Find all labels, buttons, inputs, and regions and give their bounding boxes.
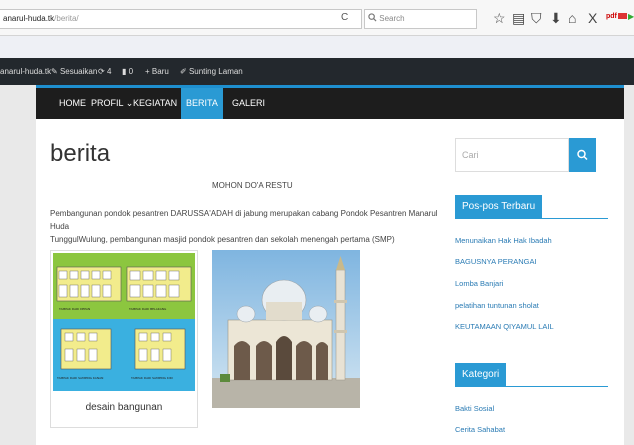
close-x-icon[interactable]: X [588, 9, 597, 27]
browser-search-input[interactable]: Search [364, 9, 477, 29]
new-label: Baru [151, 67, 169, 76]
admin-edit-page[interactable]: ✐ Sunting Laman [180, 58, 243, 85]
category-link[interactable]: Bakti Sosial [455, 404, 494, 413]
home-icon[interactable]: ⌂ [568, 9, 576, 27]
updates-icon: ⟳ [98, 67, 107, 76]
browser-toolbar: anarul-huda.tk/berita/ C Search ☆ ▤ ⛉ ⬇ … [0, 0, 634, 36]
recent-posts-heading: Pos-pos Terbaru [455, 195, 543, 219]
download-icon[interactable]: ⬇ [550, 9, 562, 27]
recent-post-link[interactable]: pelatihan tuntunan sholat [455, 301, 539, 310]
nav-profil-label: PROFIL [91, 98, 124, 108]
browser-search-placeholder: Search [379, 14, 405, 23]
main-navigation: HOME PROFIL ⌄ KEGIATAN ⌄ BERITA GALERI [36, 85, 624, 119]
admin-customize[interactable]: ✎ Sesuaikan [51, 58, 97, 85]
category-link[interactable]: Cerita Sahabat [455, 425, 505, 434]
article-paragraph: Pembangunan pondok pesantren DARUSSA'ADA… [50, 207, 445, 246]
pocket-icon[interactable]: ⛉ [531, 9, 542, 27]
page-title: berita [50, 140, 111, 167]
nav-galeri[interactable]: GALERI [227, 88, 270, 119]
mosque-drawing [212, 250, 360, 408]
brush-icon: ✎ [51, 67, 60, 76]
customize-label: Sesuaikan [59, 67, 98, 76]
image-caption: desain bangunan [85, 402, 163, 413]
category-rule [455, 386, 608, 387]
edit-page-label: Sunting Laman [188, 67, 243, 76]
sidebar-search-input[interactable]: Cari [455, 138, 569, 172]
category-heading: Kategori [455, 363, 507, 387]
comments-count: 0 [128, 67, 134, 76]
building-design-image[interactable]: TAMPAK DARI DEPAN TAMPAK DARI BELAKANG T… [53, 253, 195, 391]
label-back: TAMPAK DARI BELAKANG [128, 307, 167, 311]
recent-posts-rule [455, 218, 608, 219]
search-icon [368, 13, 377, 22]
pdf-icon[interactable]: pdf [606, 13, 617, 20]
mosque-render-image[interactable] [212, 250, 360, 408]
recent-post-link[interactable]: Lomba Banjari [455, 279, 503, 288]
wp-admin-bar: anarul-huda.tk ✎ Sesuaikan ⟳ 4 ▮ 0 + Bar… [0, 58, 634, 85]
nav-berita[interactable]: BERITA [181, 88, 223, 119]
plus-icon: + [145, 67, 152, 76]
label-front: TAMPAK DARI DEPAN [58, 307, 90, 311]
url-host: anarul-huda.tk [3, 14, 55, 23]
admin-updates[interactable]: ⟳ 4 [98, 58, 111, 85]
paragraph-line-2: TunggulWulung, pembangunan masjid pondok… [50, 235, 395, 244]
updates-count: 4 [106, 67, 112, 76]
comment-icon: ▮ [122, 67, 129, 76]
label-left: TAMPAK DARI SAMPING KIRI [130, 376, 173, 380]
search-icon [577, 149, 588, 161]
url-path: /berita/ [54, 14, 79, 23]
bookmarks-strip [0, 36, 634, 58]
recent-post-link[interactable]: BAGUSNYA PERANGAI [455, 257, 537, 266]
admin-comments[interactable]: ▮ 0 [122, 58, 133, 85]
url-bar[interactable]: anarul-huda.tk/berita/ [0, 9, 362, 29]
bookmark-star-icon[interactable]: ☆ [493, 9, 506, 27]
flag-icon[interactable] [618, 13, 627, 19]
building-drawing: TAMPAK DARI DEPAN TAMPAK DARI BELAKANG T… [53, 253, 195, 391]
nav-kegiatan-label: KEGIATAN [133, 98, 178, 108]
extension-icon[interactable]: ▶ [628, 12, 634, 21]
blessing-text: MOHON DO'A RESTU [212, 181, 293, 190]
recent-post-link[interactable]: Menunaikan Hak Hak Ibadah [455, 236, 552, 245]
recent-post-link[interactable]: KEUTAMAAN QIYAMUL LAIL [455, 322, 554, 331]
label-right: TAMPAK DARI SAMPING KANAN [56, 376, 103, 380]
pencil-icon: ✐ [180, 67, 189, 76]
paragraph-line-1: Pembangunan pondok pesantren DARUSSA'ADA… [50, 209, 438, 231]
reading-list-icon[interactable]: ▤ [512, 9, 525, 27]
sidebar-search-button[interactable] [569, 138, 596, 172]
reload-icon[interactable]: C [341, 11, 348, 25]
admin-new[interactable]: + Baru [145, 58, 169, 85]
admin-site-link[interactable]: anarul-huda.tk [0, 58, 51, 85]
